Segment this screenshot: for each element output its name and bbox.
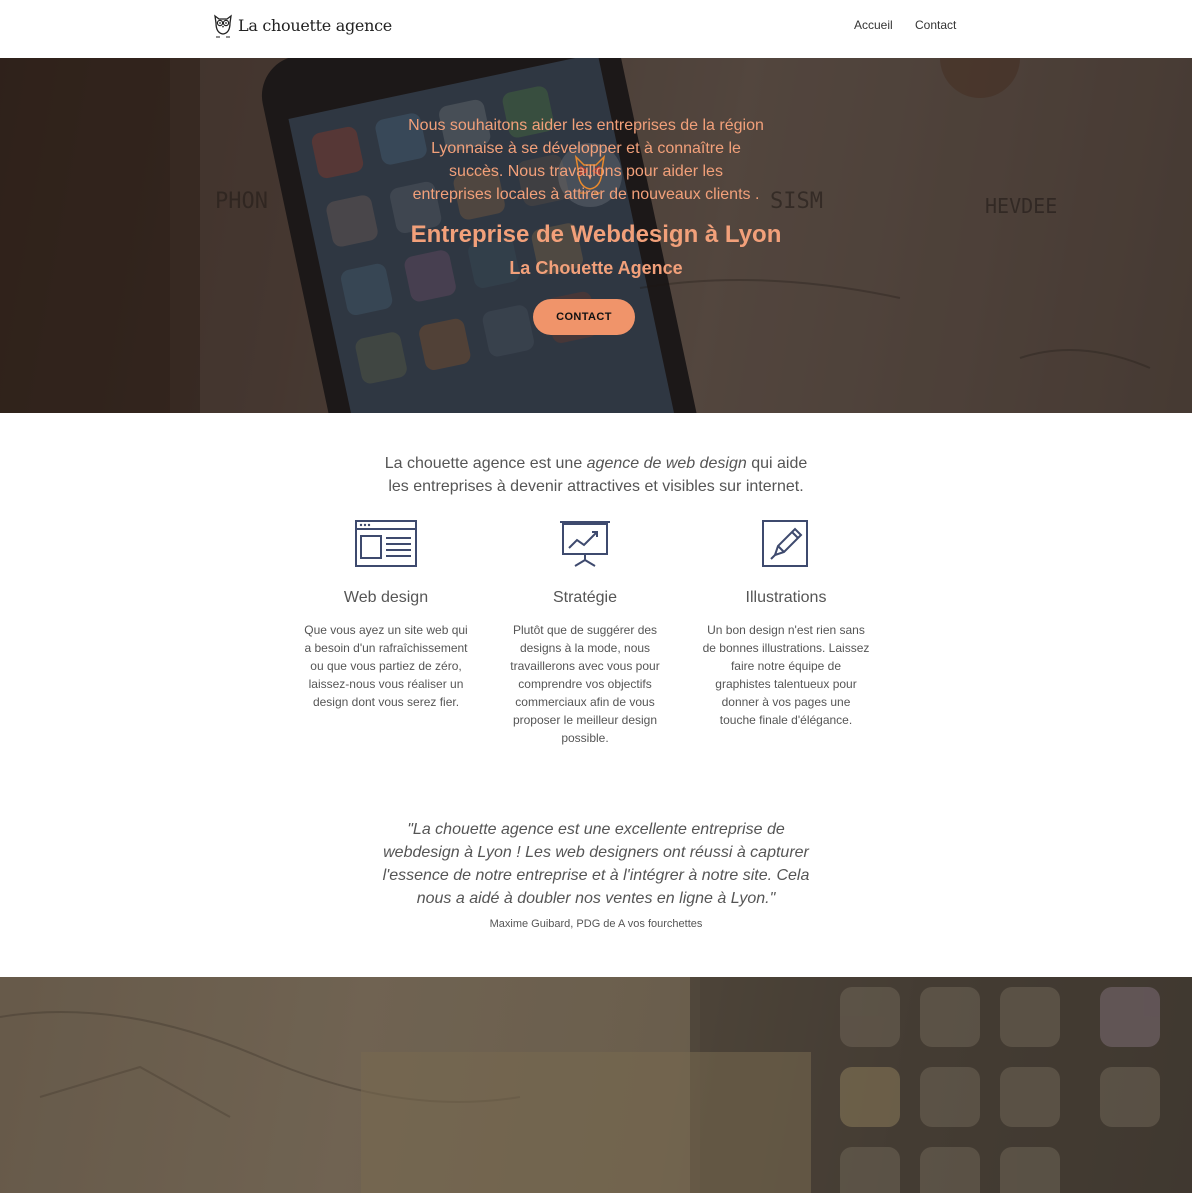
feature-line: commerciaux afin de vous — [515, 695, 655, 709]
feature-line: laissez-nous vous réaliser un — [308, 677, 464, 691]
mission-section — [0, 977, 1192, 1193]
hero-title: Entreprise de Webdesign à Lyon — [410, 221, 782, 248]
feature-line: Que vous ayez un site web qui — [304, 623, 468, 637]
feature-line: Un bon design n'est rien sans — [707, 623, 865, 637]
intro-line1-end: qui aide — [746, 455, 808, 472]
feature-line: donner à vos pages une — [721, 695, 851, 709]
quote-line: nous a aidé à doubler nos ventes en lign… — [416, 890, 776, 907]
feature-line: a besoin d'un rafraîchissement — [304, 641, 468, 655]
intro-text: La chouette agence est une agence de web… — [0, 452, 1192, 498]
nav-link-accueil[interactable]: Accueil — [854, 18, 893, 32]
quote-line: webdesign à Lyon ! Les web designers ont… — [383, 844, 809, 861]
mission-line: Lyonnaise à se développer et à connaître… — [431, 140, 741, 157]
nav-link-contact[interactable]: Contact — [915, 18, 956, 32]
testimonial-quote: "La chouette agence est une excellente e… — [0, 818, 1192, 910]
mission-line: Nous souhaitons aider les entreprises de… — [408, 117, 764, 134]
strategy-chart-icon — [560, 521, 610, 567]
hero-banner: SISM HEVDEE PHON Entreprise de Webdesign… — [0, 58, 1192, 413]
hero-subtitle: La Chouette Agence — [509, 258, 683, 278]
owl-logo-icon — [214, 14, 232, 38]
feature-line: graphistes talentueux pour — [715, 677, 857, 691]
intro-line1-start: La chouette agence est une — [384, 455, 587, 472]
feature-title: Stratégie — [552, 589, 618, 606]
feature-line: faire notre équipe de — [730, 659, 842, 673]
web-design-icon — [355, 520, 417, 567]
feature-line: comprendre vos objectifs — [518, 677, 652, 691]
feature-description: Un bon design n'est rien sans de bonnes … — [696, 621, 876, 729]
brand-logo-link[interactable]: La chouette agence — [212, 11, 392, 39]
feature-illustrations: Illustrations Un bon design n'est rien s… — [696, 519, 876, 729]
feature-line: touche finale d'élégance. — [719, 713, 853, 727]
testimonial-author: Maxime Guibard, PDG de A vos fourchettes — [489, 918, 703, 930]
feature-line: Plutôt que de suggérer des — [512, 623, 658, 637]
feature-strategie: Stratégie Plutôt que de suggérer des des… — [495, 519, 675, 747]
feature-web-design: Web design Que vous ayez un site web qui… — [296, 519, 476, 711]
feature-line: designs à la mode, nous — [519, 641, 651, 655]
mission-text: Nous souhaitons aider les entreprises de… — [380, 114, 792, 206]
feature-line: de bonnes illustrations. Laissez — [702, 641, 870, 655]
mission-line: succès. Nous travaillons pour aider les — [449, 163, 723, 180]
feature-title: Web design — [343, 589, 429, 606]
intro-line2: les entreprises à devenir attractives et… — [388, 478, 804, 495]
feature-title: Illustrations — [745, 589, 827, 606]
feature-line: design dont vous serez fier. — [312, 695, 460, 709]
feature-line: proposer le meilleur design — [512, 713, 658, 727]
feature-line: possible. — [561, 731, 609, 745]
contact-button[interactable]: CONTACT — [533, 299, 635, 335]
feature-line: travaillerons avec vous pour — [510, 659, 660, 673]
feature-description: Plutôt que de suggérer des designs à la … — [495, 621, 675, 747]
mission-card — [361, 1052, 811, 1193]
quote-line: "La chouette agence est une excellente e… — [407, 821, 785, 838]
quote-line: l'essence de notre entreprise et à l'int… — [382, 867, 810, 884]
pencil-edit-icon — [762, 520, 808, 567]
feature-line: ou que vous partiez de zéro, — [310, 659, 462, 673]
mission-line: entreprises locales à attirer de nouveau… — [412, 186, 760, 203]
intro-emphasis: agence de web design — [586, 455, 747, 472]
top-navbar: La chouette agence Accueil Contact — [0, 0, 1192, 58]
brand-name: La chouette agence — [238, 15, 392, 35]
feature-description: Que vous ayez un site web qui a besoin d… — [296, 621, 476, 711]
